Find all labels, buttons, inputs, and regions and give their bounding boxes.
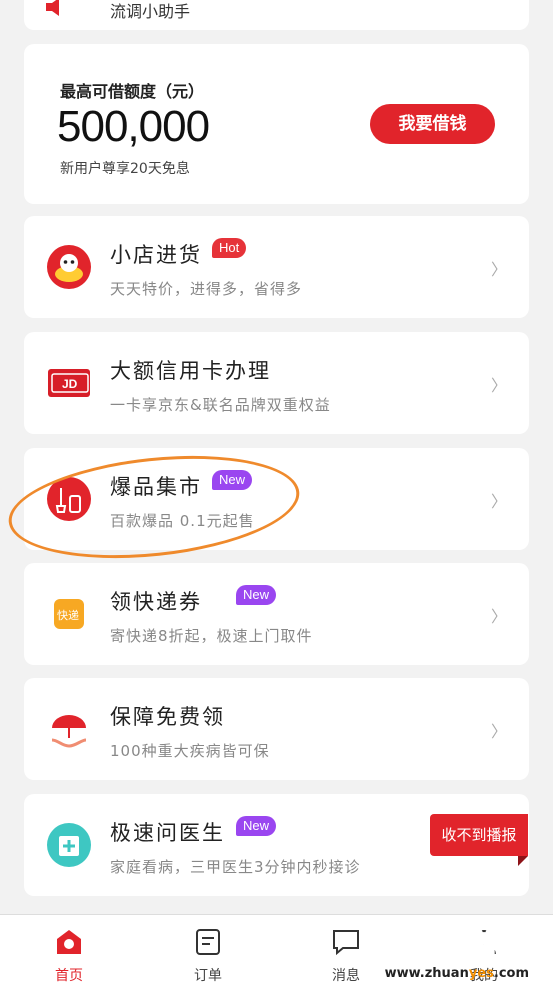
service-desc: 寄快递8折起，极速上门取件 [110,627,313,645]
tab-home[interactable]: 首页 [29,925,109,985]
service-desc: 一卡享京东&联名品牌双重权益 [110,396,331,414]
broadcast-text: 流调小助手 [110,2,191,21]
orders-icon [196,929,220,955]
chevron-right-icon: 〉 [490,376,507,395]
no-broadcast-tag[interactable]: 收不到播报 [430,814,528,866]
service-desc: 天天特价，进得多，省得多 [110,280,303,298]
tab-label: 订单 [194,968,222,984]
credit-card-icon: JD [48,369,90,397]
loan-amount: 500,000 [57,102,210,151]
broadcast-card[interactable]: 流调小助手 [24,0,529,30]
chevron-right-icon: 〉 [490,722,507,741]
service-title: 极速问医生 [110,821,225,845]
chevron-right-icon: 〉 [490,492,507,511]
tab-label: 消息 [332,968,360,984]
chevron-right-icon: 〉 [490,607,507,626]
loan-note: 新用户尊享20天免息 [60,161,190,177]
new-badge: New [236,816,277,836]
loan-card: 最高可借额度（元） 500,000 新用户尊享20天免息 我要借钱 [24,44,529,204]
service-title: 小店进货 [110,243,202,267]
message-icon [333,930,359,956]
tab-label: 首页 [55,968,83,984]
svg-text:JD: JD [62,377,78,391]
tab-messages[interactable]: 消息 [306,925,386,985]
service-title: 领快递券 [110,590,202,614]
hot-badge: Hot [212,238,247,258]
express-delivery-icon: 快递 [54,599,84,629]
tab-orders[interactable]: 订单 [168,925,248,985]
service-title: 保障免费领 [110,705,225,729]
svg-text:快递: 快递 [57,608,79,622]
service-item-express-coupon[interactable]: 快递 领快递券 New 寄快递8折起，极速上门取件 〉 [24,563,529,665]
chevron-right-icon: 〉 [490,260,507,279]
home-icon [57,930,81,954]
umbrella-hand-icon [51,715,87,748]
service-desc: 家庭看病，三甲医生3分钟内秒接诊 [110,858,361,876]
borrow-button[interactable]: 我要借钱 [370,104,495,144]
service-item-store-restock[interactable]: 小店进货 Hot 天天特价，进得多，省得多 〉 [24,216,529,318]
hospital-icon [47,823,91,867]
speaker-icon [46,0,59,16]
loan-limit-label: 最高可借额度（元） [60,82,205,101]
watermark-url: www.zhuanyes.com [384,966,529,981]
service-title: 大额信用卡办理 [110,359,271,383]
service-item-credit-card[interactable]: JD 大额信用卡办理 一卡享京东&联名品牌双重权益 〉 [24,332,529,434]
new-badge: New [236,585,277,605]
service-desc: 100种重大疾病皆可保 [110,742,270,760]
service-item-insurance[interactable]: 保障免费领 100种重大疾病皆可保 〉 [24,678,529,780]
store-mascot-icon [47,245,91,289]
